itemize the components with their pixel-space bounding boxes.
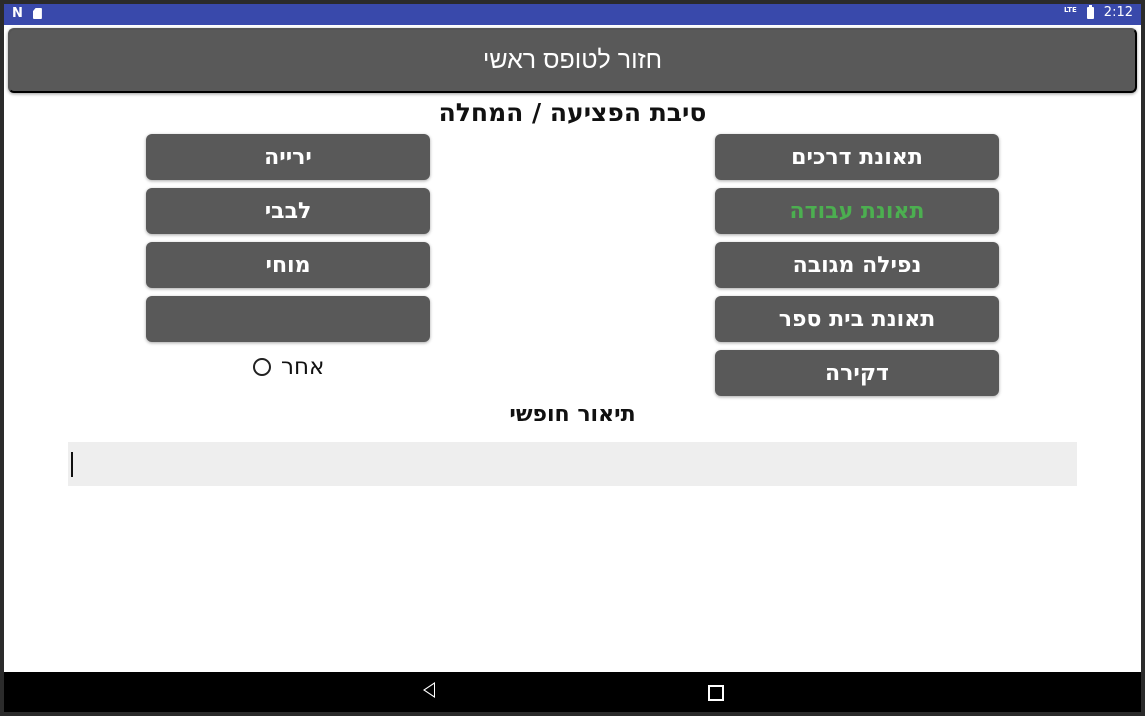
- back-to-main-form-button[interactable]: חזור לטופס ראשי: [8, 28, 1137, 93]
- navigation-bar: [4, 672, 1141, 712]
- status-right-info: LTE 2:12: [1063, 4, 1133, 20]
- choice-work-accident[interactable]: תאונת עבודה: [715, 188, 999, 234]
- n-logo-icon: N: [12, 6, 23, 21]
- home-icon[interactable]: [708, 685, 724, 701]
- other-radio-button[interactable]: [253, 358, 271, 376]
- battery-icon: [1086, 4, 1094, 19]
- choice-school-accident[interactable]: תאונת בית ספר: [715, 296, 999, 342]
- choice-empty[interactable]: [146, 296, 430, 342]
- other-label: אחר: [281, 354, 325, 380]
- section-title: סיבת הפציעה / המחלה: [438, 98, 707, 127]
- text-cursor: [71, 452, 73, 477]
- status-bar: N LTE 2:12: [4, 4, 1141, 25]
- status-left-icons: N: [12, 6, 42, 21]
- other-option[interactable]: אחר: [253, 354, 324, 380]
- choice-neurological[interactable]: מוחי: [146, 242, 430, 288]
- app-screen: N LTE 2:12 חזור לטופס ראשי סיבת הפציעה /…: [4, 4, 1141, 712]
- back-icon[interactable]: [423, 682, 435, 698]
- free-text-title: תיאור חופשי: [509, 402, 636, 427]
- choice-shooting[interactable]: ירייה: [146, 134, 430, 180]
- free-text-input[interactable]: [68, 442, 1077, 486]
- network-type: LTE: [1063, 5, 1077, 14]
- choice-stabbing[interactable]: דקירה: [715, 350, 999, 396]
- choice-cardiac[interactable]: לבבי: [146, 188, 430, 234]
- sd-card-icon: [32, 8, 42, 19]
- clock: 2:12: [1103, 5, 1133, 20]
- choice-fall-from-height[interactable]: נפילה מגובה: [715, 242, 999, 288]
- choice-road-accident[interactable]: תאונת דרכים: [715, 134, 999, 180]
